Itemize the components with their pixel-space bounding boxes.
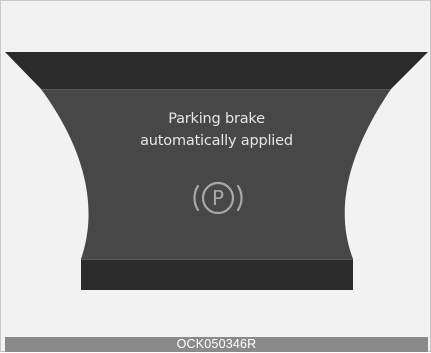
cluster-display: P [5,52,428,290]
parking-brake-letter: P [212,186,224,210]
message-line-2: automatically applied [140,133,293,149]
message-line-1: Parking brake [168,111,265,127]
figure-code-label: OCK050346R [5,337,428,352]
figure-frame: P Parking brake automatically applied OC… [0,0,431,352]
cluster-top-bar [5,52,428,89]
cluster-bottom-bar [81,259,353,290]
